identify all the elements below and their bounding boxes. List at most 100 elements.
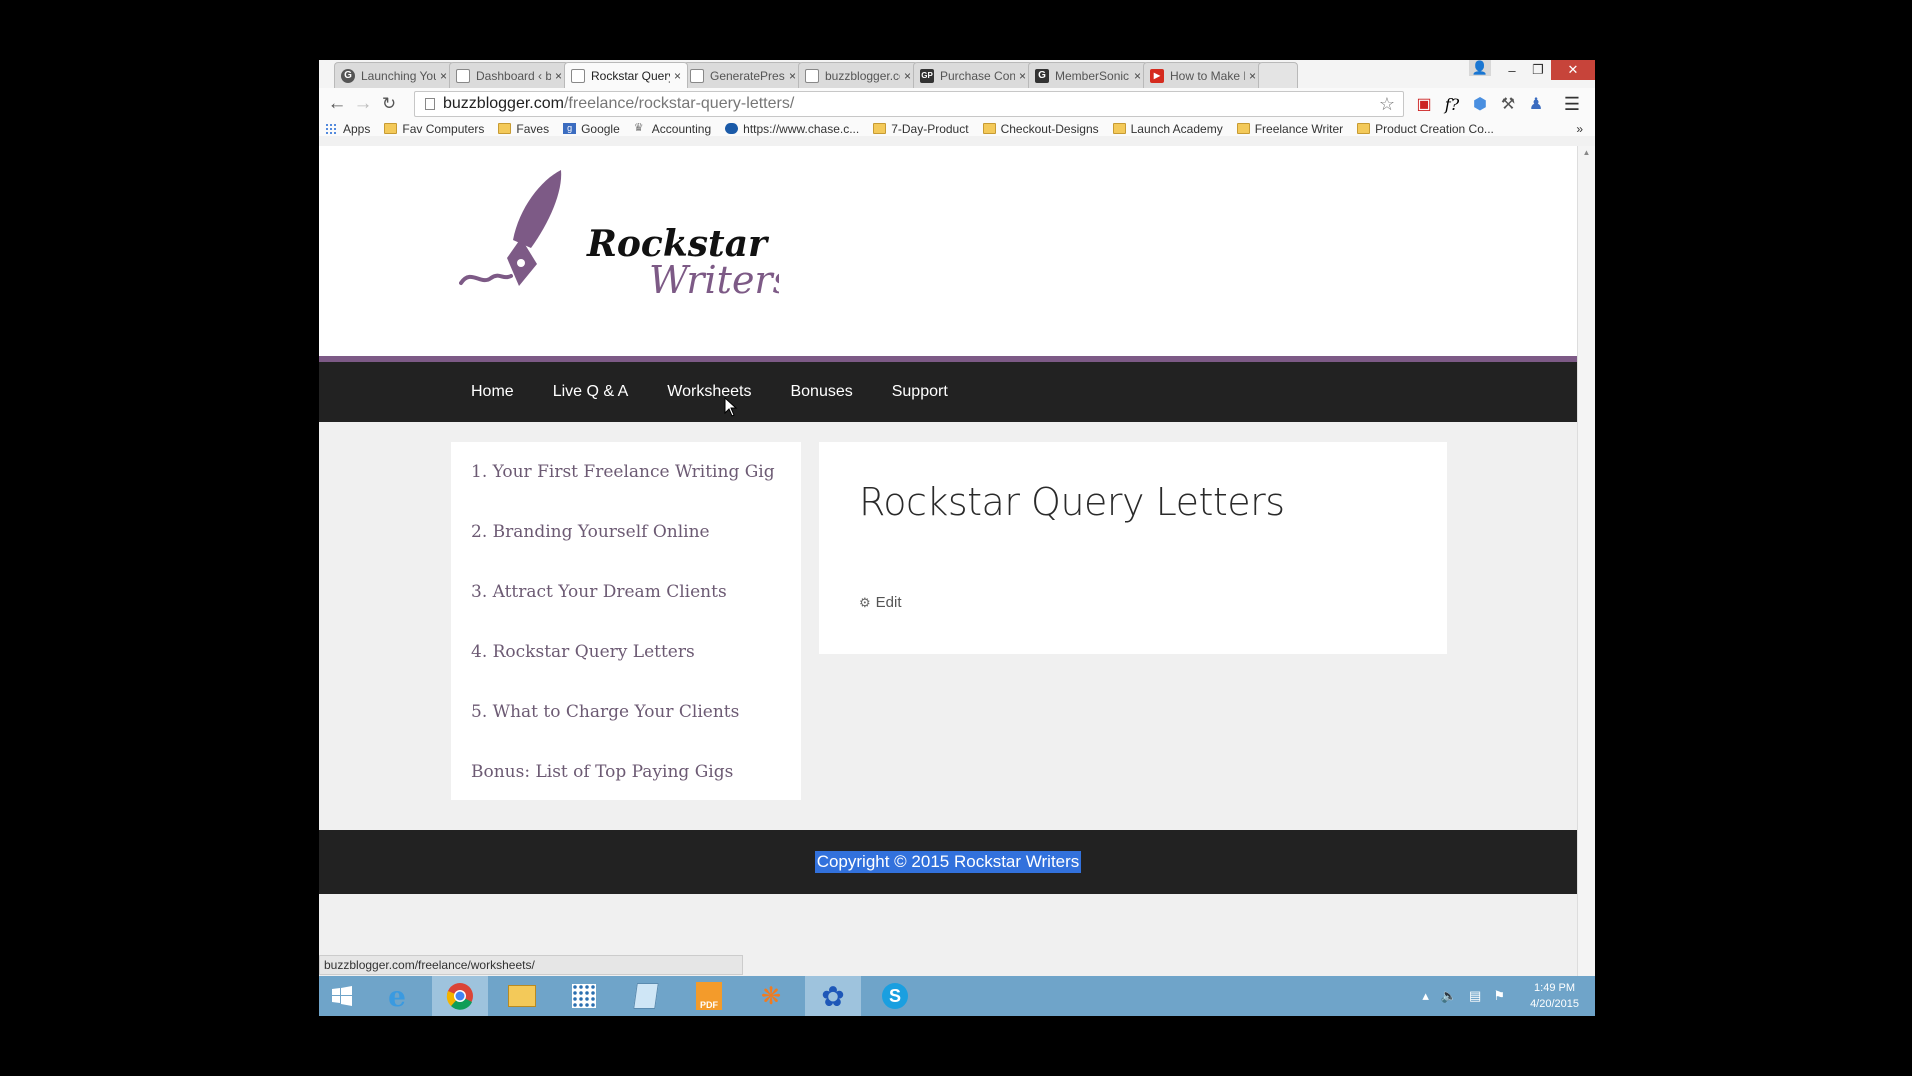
system-tray: ▴ 🔈 ▤ ⚑: [1422, 988, 1505, 1004]
bookmark-7-day-product[interactable]: 7-Day-Product: [873, 121, 969, 136]
profile-icon[interactable]: 👤: [1469, 60, 1491, 76]
butterfly-app-icon[interactable]: ❋: [743, 976, 799, 1016]
apps-grid-icon: [325, 123, 338, 134]
nav-worksheets[interactable]: Worksheets: [667, 383, 751, 401]
network-icon[interactable]: ▤: [1469, 988, 1481, 1004]
sidebar-item-branding[interactable]: 2. Branding Yourself Online: [451, 522, 801, 582]
bookmark-apps[interactable]: Apps: [325, 122, 370, 136]
tab-title: GeneratePress: [710, 68, 785, 83]
pdf-icon[interactable]: PDF: [681, 976, 737, 1016]
close-icon[interactable]: ×: [674, 69, 681, 83]
bookmarks-overflow-icon[interactable]: »: [1576, 122, 1583, 136]
chrome-icon[interactable]: [432, 976, 488, 1016]
tab-title: Dashboard ‹ bu: [476, 68, 551, 83]
volume-icon[interactable]: 🔈: [1441, 988, 1457, 1004]
flag-icon[interactable]: ⚑: [1493, 988, 1505, 1004]
logo-text-writers: Writers: [649, 258, 779, 298]
lesson-sidebar: 1. Your First Freelance Writing Gig 2. B…: [451, 442, 801, 800]
flower-app-icon[interactable]: ✿: [805, 976, 861, 1016]
folder-icon: [873, 123, 887, 134]
nav-live-qa[interactable]: Live Q & A: [553, 383, 629, 401]
windows-logo-icon: [332, 986, 352, 1006]
address-bar[interactable]: buzzblogger.com/freelance/rockstar-query…: [414, 91, 1404, 117]
star-icon[interactable]: ☆: [1379, 94, 1395, 115]
bookmark-freelance-writer[interactable]: Freelance Writer: [1236, 122, 1343, 136]
site-logo[interactable]: Rockstar Writers: [459, 168, 792, 302]
bookmark-faves[interactable]: Faves: [498, 122, 549, 136]
close-icon[interactable]: ×: [555, 69, 562, 83]
page-title: Rockstar Query Letters: [859, 480, 1285, 524]
tab-dashboard[interactable]: Dashboard ‹ bu ×: [449, 62, 569, 88]
page-icon: [690, 68, 704, 83]
bookmark-launch-academy[interactable]: Launch Academy: [1112, 121, 1223, 136]
close-icon[interactable]: ×: [789, 69, 796, 83]
folder-icon: [1357, 123, 1371, 134]
file-explorer-icon[interactable]: [494, 976, 550, 1016]
windows-taskbar: e PDF ❋ ✿ S ▴ 🔈 ▤ ⚑ 1:49 PM 4/20/2015: [319, 976, 1595, 1016]
close-icon[interactable]: ×: [904, 69, 911, 83]
sidebar-item-first-gig[interactable]: 1. Your First Freelance Writing Gig: [451, 462, 801, 522]
close-icon[interactable]: ×: [1019, 69, 1026, 83]
menu-icon[interactable]: ☰: [1559, 91, 1585, 117]
page-icon: [456, 68, 470, 83]
bookmark-label: Checkout-Designs: [1000, 121, 1099, 136]
bookmark-google[interactable]: g Google: [563, 122, 620, 136]
skype-icon[interactable]: S: [867, 976, 923, 1016]
sidebar-item-bonus[interactable]: Bonus: List of Top Paying Gigs: [451, 762, 801, 822]
close-window-button[interactable]: ✕: [1551, 60, 1595, 80]
sidebar-item-what-to-charge[interactable]: 5. What to Charge Your Clients: [451, 702, 801, 762]
restore-button[interactable]: ❐: [1525, 60, 1551, 80]
store-icon[interactable]: [556, 976, 612, 1016]
internet-explorer-icon[interactable]: e: [369, 976, 425, 1016]
minimize-button[interactable]: –: [1499, 60, 1525, 80]
tab-buzzblogger[interactable]: buzzblogger.co ×: [798, 62, 918, 88]
tab-membersonic[interactable]: G MemberSonic ×: [1028, 62, 1148, 88]
forward-icon[interactable]: →: [349, 92, 377, 116]
tools-extension-icon[interactable]: ⚒: [1495, 91, 1521, 117]
sidebar-item-query-letters[interactable]: 4. Rockstar Query Letters: [451, 642, 801, 702]
accounting-icon: ♛: [633, 122, 644, 134]
scroll-up-icon[interactable]: ▲: [1578, 148, 1595, 157]
bookmark-checkout-designs[interactable]: Checkout-Designs: [982, 121, 1099, 136]
user-extension-icon[interactable]: ♟: [1523, 91, 1549, 117]
tab-title: How to Make M: [1170, 68, 1245, 83]
close-icon[interactable]: ×: [1134, 69, 1141, 83]
bookmark-label: Product Creation Co...: [1375, 121, 1494, 136]
bookmark-chase[interactable]: https://www.chase.c...: [725, 122, 859, 136]
close-icon[interactable]: ×: [440, 69, 447, 83]
page-scrollbar[interactable]: ▲: [1577, 146, 1595, 976]
gp-icon: GP: [920, 68, 934, 83]
bookmark-accounting[interactable]: ♛ Accounting: [634, 122, 711, 136]
tab-launching[interactable]: G Launching You ×: [334, 62, 454, 88]
tab-rockstar-query[interactable]: Rockstar Query ×: [564, 62, 688, 88]
tab-how-to-make[interactable]: ▶ How to Make M ×: [1143, 62, 1263, 88]
bookmark-product-creation[interactable]: Product Creation Co...: [1357, 122, 1494, 136]
tab-purchase[interactable]: GP Purchase Confi ×: [913, 62, 1033, 88]
edit-link[interactable]: ⚙ Edit: [859, 594, 902, 611]
start-button[interactable]: [319, 976, 365, 1016]
back-icon[interactable]: ←: [323, 92, 351, 116]
clock-time: 1:49 PM: [1534, 982, 1576, 994]
formula-extension-icon[interactable]: f?: [1439, 91, 1465, 117]
sidebar-item-dream-clients[interactable]: 3. Attract Your Dream Clients: [451, 582, 801, 642]
page-icon: [425, 98, 435, 110]
close-icon[interactable]: ×: [1249, 69, 1256, 83]
nav-home[interactable]: Home: [471, 383, 514, 401]
new-tab-button[interactable]: [1258, 62, 1298, 88]
bookmark-label: 7-Day-Product: [891, 121, 969, 136]
tab-generatepress[interactable]: GeneratePress ×: [683, 62, 803, 88]
tab-title: Purchase Confi: [940, 68, 1015, 83]
nav-support[interactable]: Support: [892, 383, 948, 401]
chrome-logo: [446, 983, 473, 1010]
taskbar-clock[interactable]: 1:49 PM 4/20/2015: [1530, 980, 1579, 1012]
bookmark-fav-computers[interactable]: Fav Computers: [384, 122, 484, 136]
g-icon: G: [1035, 68, 1049, 83]
extension-icon[interactable]: ▣: [1411, 91, 1437, 117]
nav-bonuses[interactable]: Bonuses: [790, 383, 852, 401]
reload-icon[interactable]: ↻: [375, 92, 403, 116]
bookmark-label: Launch Academy: [1130, 121, 1223, 136]
tray-overflow-icon[interactable]: ▴: [1422, 988, 1429, 1004]
notepad-icon[interactable]: [618, 976, 674, 1016]
extension-icon[interactable]: ⬢: [1467, 91, 1493, 117]
browser-toolbar: ← → ↻ buzzblogger.com/freelance/rockstar…: [319, 88, 1595, 136]
